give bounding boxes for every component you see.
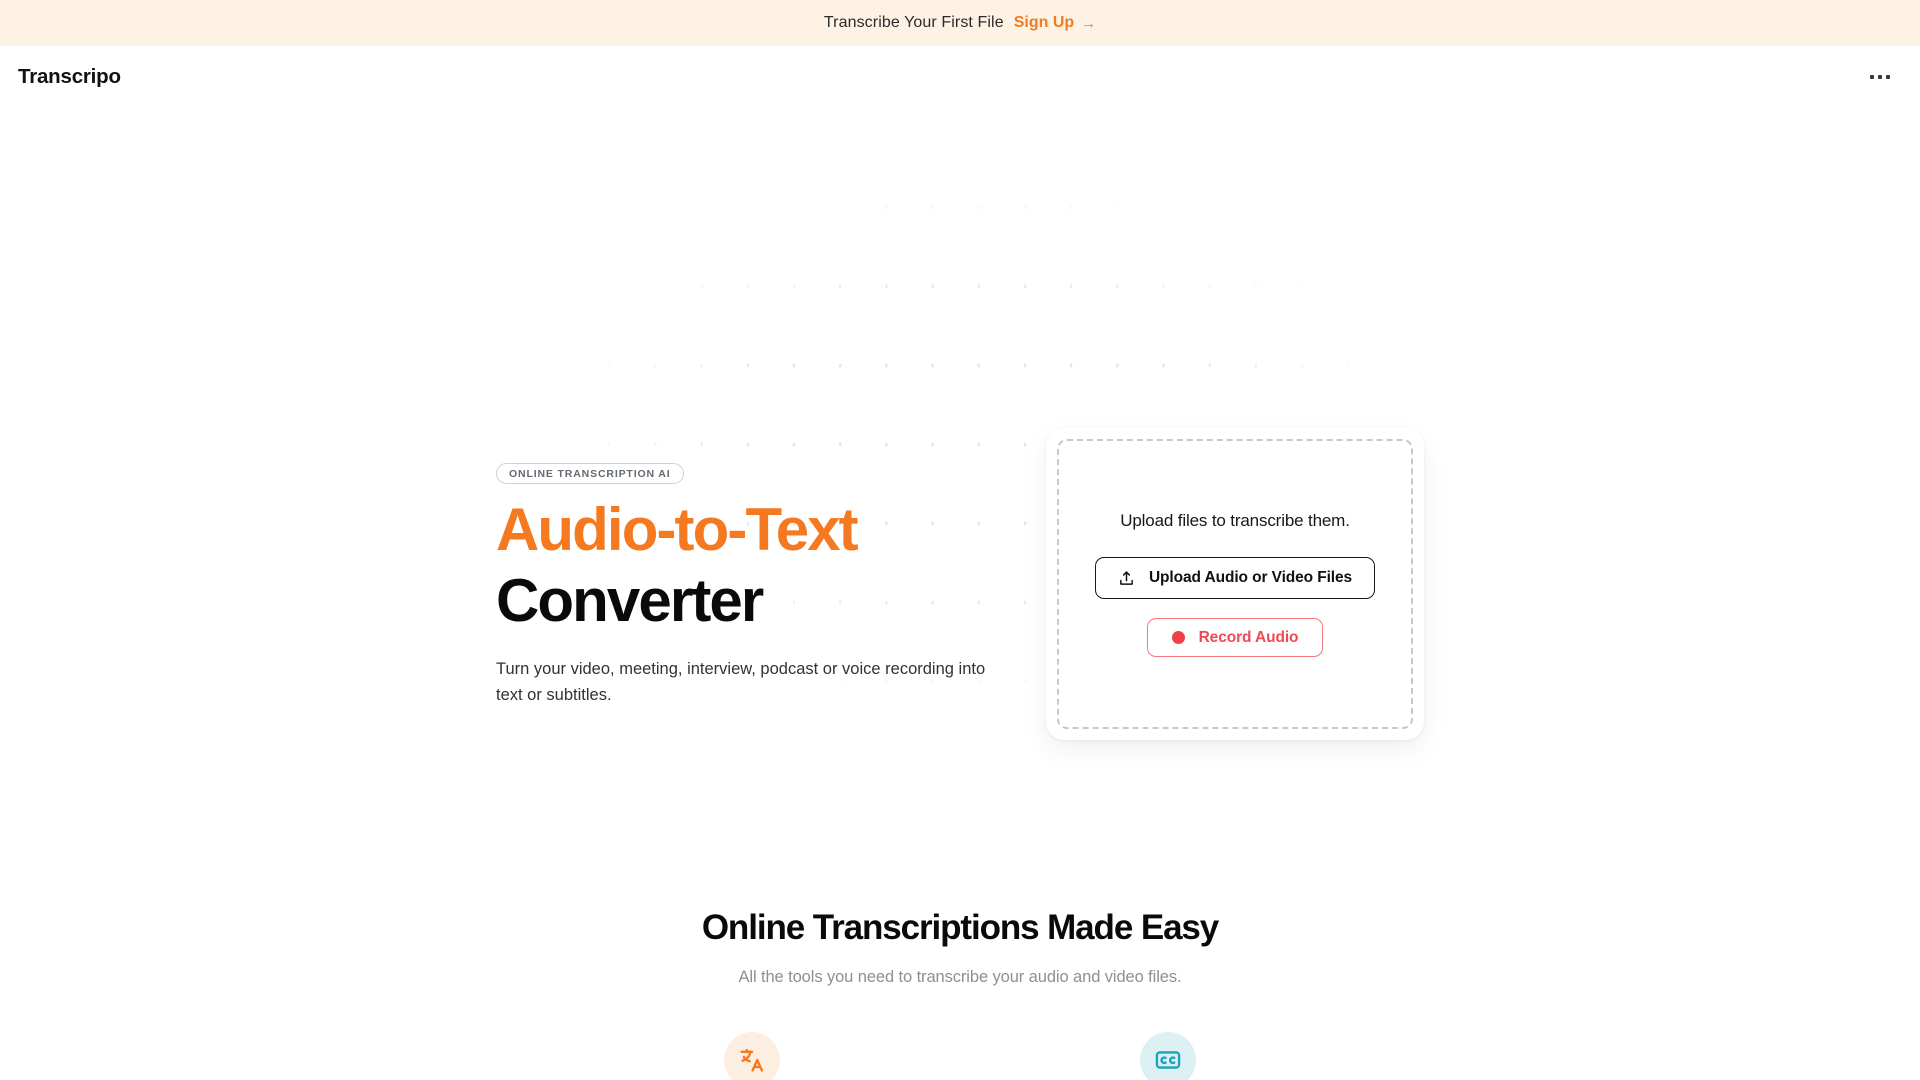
- brand-logo[interactable]: Transcripo: [18, 65, 121, 89]
- hero-badge: ONLINE TRANSCRIPTION AI: [496, 463, 684, 484]
- upload-card: Upload files to transcribe them. Upload …: [1046, 428, 1424, 740]
- site-header: Transcripo: [0, 46, 1920, 108]
- hero-title-accent: Audio-to-Text: [496, 496, 859, 563]
- closed-captions-icon: [1155, 1051, 1181, 1069]
- translate-icon: [740, 1048, 764, 1072]
- sign-up-label: Sign Up: [1013, 14, 1075, 31]
- upload-files-button[interactable]: Upload Audio or Video Files: [1094, 557, 1376, 599]
- announcement-bar: Transcribe Your First File Sign Up →: [0, 0, 1920, 46]
- record-audio-button-label: Record Audio: [1198, 628, 1299, 646]
- arrow-right-icon: →: [1081, 14, 1097, 32]
- page-title: Audio-to-Text Converter: [496, 500, 1036, 631]
- features-title: Online Transcriptions Made Easy: [701, 908, 1219, 947]
- feature-item-translate[interactable]: [724, 1032, 780, 1080]
- hero-section: ONLINE TRANSCRIPTION AI Audio-to-Text Co…: [0, 108, 1920, 898]
- ellipsis-horizontal-icon[interactable]: [1862, 63, 1898, 91]
- feature-item-subtitles[interactable]: [1140, 1032, 1196, 1080]
- upload-dropzone[interactable]: Upload files to transcribe them. Upload …: [1057, 439, 1413, 729]
- feature-icon-row: [0, 1032, 1920, 1080]
- closed-captions-icon-circle: [1140, 1032, 1196, 1080]
- announcement-text: Transcribe Your First File: [823, 14, 1004, 31]
- menu-dot: [1870, 75, 1874, 79]
- record-audio-button[interactable]: Record Audio: [1146, 618, 1324, 657]
- hero-subtitle: Turn your video, meeting, interview, pod…: [496, 660, 986, 704]
- hero-title-plain: Converter: [496, 567, 764, 634]
- features-section: Online Transcriptions Made Easy All the …: [0, 898, 1920, 1080]
- menu-dot: [1878, 75, 1882, 79]
- upload-files-button-label: Upload Audio or Video Files: [1148, 569, 1353, 586]
- hero-copy: ONLINE TRANSCRIPTION AI Audio-to-Text Co…: [496, 463, 1036, 708]
- upload-icon: [1120, 570, 1133, 585]
- menu-dot: [1886, 75, 1890, 79]
- sign-up-link[interactable]: Sign Up →: [1014, 14, 1096, 32]
- record-dot-icon: [1171, 631, 1185, 644]
- features-subtitle: All the tools you need to transcribe you…: [738, 968, 1182, 986]
- translate-icon-circle: [724, 1032, 780, 1080]
- upload-prompt: Upload files to transcribe them.: [1120, 511, 1350, 530]
